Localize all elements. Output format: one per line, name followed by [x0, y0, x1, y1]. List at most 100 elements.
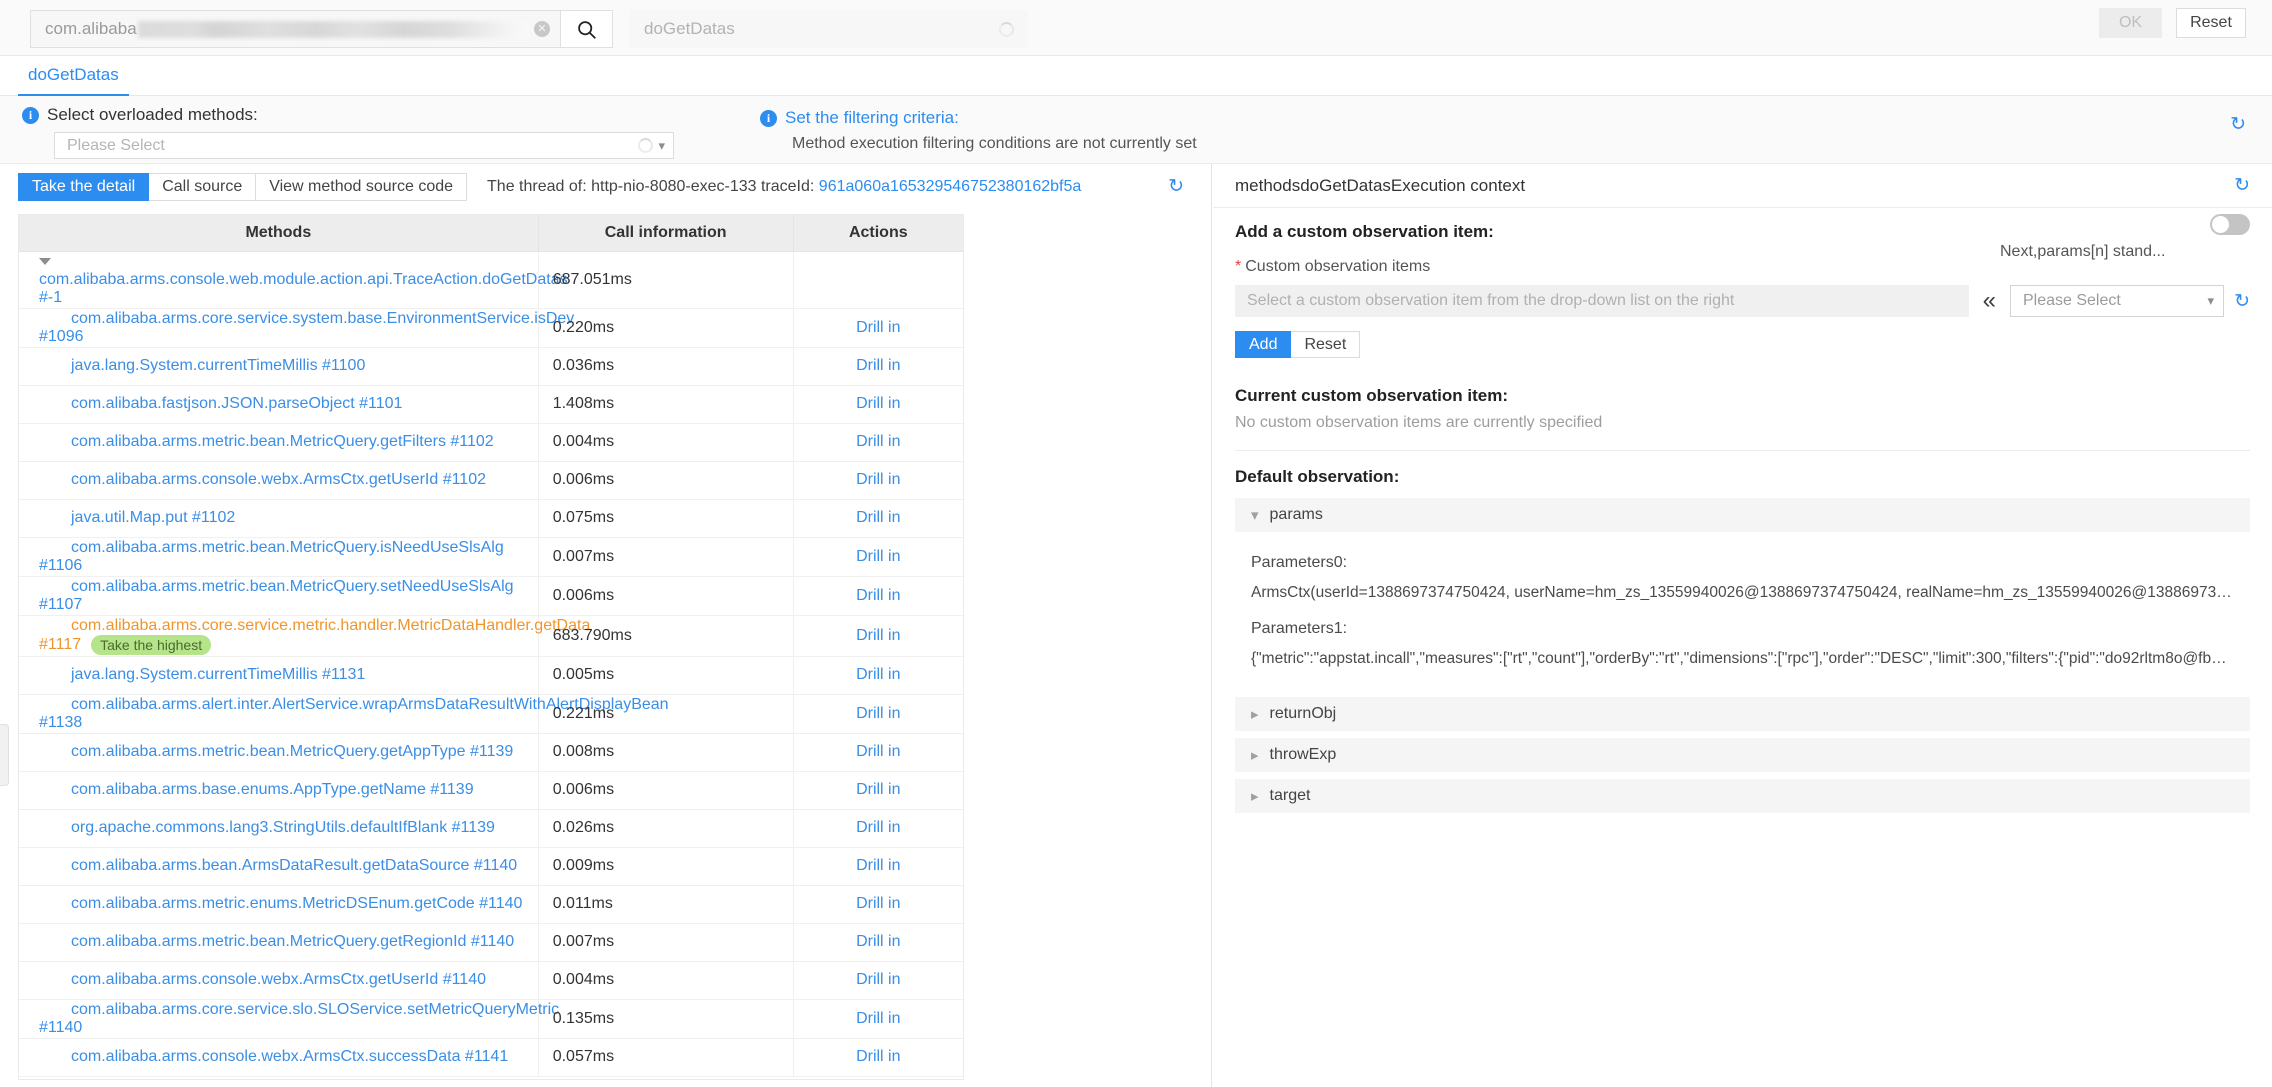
table-row: com.alibaba.arms.metric.bean.MetricQuery…	[19, 576, 963, 616]
cell-call-information: 0.007ms	[538, 923, 794, 962]
right-panel: methodsdoGetDatasExecution context ↻ Nex…	[1213, 164, 2272, 1087]
method-link[interactable]: com.alibaba.arms.console.webx.ArmsCtx.ge…	[39, 971, 486, 988]
method-link[interactable]: com.alibaba.arms.core.service.slo.SLOSer…	[39, 1001, 559, 1036]
current-observation-empty: No custom observation items are currentl…	[1235, 414, 1603, 431]
method-link[interactable]: java.lang.System.currentTimeMillis #1131	[39, 666, 365, 683]
accordion-returnobj-header[interactable]: ▸ returnObj	[1235, 697, 2250, 731]
overloaded-methods-select[interactable]: Please Select ▾	[54, 132, 674, 159]
filter-criteria-link-row[interactable]: i Set the filtering criteria:	[760, 108, 1197, 128]
drill-in-link[interactable]: Drill in	[856, 1010, 900, 1027]
cell-actions: Drill in	[793, 999, 963, 1039]
view-method-source-code-button[interactable]: View method source code	[256, 173, 468, 201]
drill-in-link[interactable]: Drill in	[856, 743, 900, 760]
cell-call-information: 0.006ms	[538, 771, 794, 810]
method-link[interactable]: com.alibaba.arms.base.enums.AppType.getN…	[39, 781, 474, 798]
method-link[interactable]: org.apache.commons.lang3.StringUtils.def…	[39, 819, 495, 836]
cell-call-information: 0.004ms	[538, 961, 794, 1000]
drill-in-link[interactable]: Drill in	[856, 587, 900, 604]
add-reset-button-group: Add Reset	[1235, 331, 2250, 358]
cell-call-information: 0.005ms	[538, 656, 794, 695]
method-search-placeholder: doGetDatas	[644, 19, 735, 38]
filter-refresh-icon[interactable]: ↻	[2230, 115, 2246, 134]
cell-call-information: 0.026ms	[538, 809, 794, 848]
search-icon	[578, 20, 596, 39]
column-call-information: Call information	[538, 215, 794, 252]
drill-in-link[interactable]: Drill in	[856, 509, 900, 526]
observation-item-select[interactable]: Please Select ▾	[2009, 285, 2225, 317]
method-link[interactable]: com.alibaba.arms.metric.bean.MetricQuery…	[39, 539, 504, 574]
method-link[interactable]: com.alibaba.arms.console.webx.ArmsCtx.ge…	[39, 471, 486, 488]
custom-observation-items-label-text: Custom observation items	[1245, 258, 1431, 275]
cell-method: com.alibaba.arms.metric.enums.MetricDSEn…	[19, 885, 539, 924]
cell-method: com.alibaba.arms.metric.bean.MetricQuery…	[19, 923, 539, 962]
cell-actions: Drill in	[793, 733, 963, 772]
drill-in-link[interactable]: Drill in	[856, 548, 900, 565]
table-row: com.alibaba.fastjson.JSON.parseObject #1…	[19, 385, 963, 424]
method-link[interactable]: com.alibaba.arms.metric.bean.MetricQuery…	[39, 578, 514, 613]
method-link[interactable]: com.alibaba.arms.metric.enums.MetricDSEn…	[39, 895, 522, 912]
reset-observation-button[interactable]: Reset	[1291, 331, 1361, 358]
drill-in-link[interactable]: Drill in	[856, 895, 900, 912]
add-button[interactable]: Add	[1235, 331, 1292, 358]
search-group: com.alibaba ✕	[30, 10, 613, 48]
method-link[interactable]: java.lang.System.currentTimeMillis #1100	[39, 357, 365, 374]
tab-dogetdatas[interactable]: doGetDatas	[18, 56, 129, 96]
expand-triangle-icon[interactable]	[39, 257, 51, 265]
reset-button[interactable]: Reset	[2176, 8, 2246, 38]
method-link[interactable]: com.alibaba.arms.core.service.system.bas…	[39, 310, 574, 345]
thread-info: The thread of: http-nio-8080-exec-133 tr…	[487, 178, 1081, 196]
method-link[interactable]: com.alibaba.arms.console.webx.ArmsCtx.su…	[39, 1048, 508, 1065]
observation-select-refresh-icon[interactable]: ↻	[2234, 292, 2250, 311]
method-search-input[interactable]: doGetDatas	[630, 10, 1028, 48]
method-link[interactable]: com.alibaba.arms.bean.ArmsDataResult.get…	[39, 857, 517, 874]
custom-observation-input[interactable]: Select a custom observation item from th…	[1235, 285, 1969, 317]
drill-in-link[interactable]: Drill in	[856, 819, 900, 836]
cell-method: com.alibaba.arms.core.service.slo.SLOSer…	[19, 999, 559, 1039]
drill-in-link[interactable]: Drill in	[856, 1048, 900, 1065]
method-link[interactable]: com.alibaba.arms.metric.bean.MetricQuery…	[39, 433, 494, 450]
cell-actions: Drill in	[793, 961, 963, 1000]
trace-id-link[interactable]: 961a060a165329546752380162bf5a	[819, 178, 1082, 195]
call-source-button[interactable]: Call source	[149, 173, 257, 201]
class-search-input[interactable]: com.alibaba ✕	[30, 10, 560, 48]
cell-actions: Drill in	[793, 1038, 963, 1077]
drill-in-link[interactable]: Drill in	[856, 971, 900, 988]
drill-in-link[interactable]: Drill in	[856, 357, 900, 374]
drill-in-link[interactable]: Drill in	[856, 319, 900, 336]
accordion-throwexp-header[interactable]: ▸ throwExp	[1235, 738, 2250, 772]
table-row: com.alibaba.arms.metric.bean.MetricQuery…	[19, 923, 963, 962]
cell-actions: Drill in	[793, 885, 963, 924]
cell-actions: Drill in	[793, 923, 963, 962]
accordion-target-header[interactable]: ▸ target	[1235, 779, 2250, 813]
search-button[interactable]	[560, 10, 613, 48]
method-link[interactable]: com.alibaba.arms.console.web.module.acti…	[39, 271, 568, 306]
drill-in-link[interactable]: Drill in	[856, 857, 900, 874]
method-link[interactable]: com.alibaba.fastjson.JSON.parseObject #1…	[39, 395, 402, 412]
drill-in-link[interactable]: Drill in	[856, 471, 900, 488]
drill-in-link[interactable]: Drill in	[856, 395, 900, 412]
ok-button[interactable]: OK	[2099, 8, 2162, 38]
info-icon: i	[760, 109, 777, 127]
method-link[interactable]: com.alibaba.arms.metric.bean.MetricQuery…	[39, 933, 514, 950]
observation-input-row: Select a custom observation item from th…	[1235, 285, 2250, 317]
drill-in-link[interactable]: Drill in	[856, 433, 900, 450]
clear-circle-icon[interactable]: ✕	[534, 21, 550, 37]
method-link[interactable]: com.alibaba.arms.metric.bean.MetricQuery…	[39, 743, 513, 760]
drill-in-link[interactable]: Drill in	[856, 781, 900, 798]
detail-refresh-icon[interactable]: ↻	[1168, 177, 1184, 196]
drill-in-link[interactable]: Drill in	[856, 666, 900, 683]
cell-method: com.alibaba.arms.console.webx.ArmsCtx.su…	[19, 1038, 539, 1077]
drill-in-link[interactable]: Drill in	[856, 705, 900, 722]
accordion-target-label: target	[1269, 787, 1311, 804]
drill-in-link[interactable]: Drill in	[856, 627, 900, 644]
cell-actions: Drill in	[793, 847, 963, 886]
double-left-chevron-icon[interactable]: «	[1983, 289, 1996, 313]
context-refresh-icon[interactable]: ↻	[2234, 176, 2250, 195]
take-the-highest-badge: Take the highest	[91, 634, 212, 655]
method-link[interactable]: java.util.Map.put #1102	[39, 509, 235, 526]
cell-actions: Drill in	[793, 423, 963, 462]
take-the-detail-button[interactable]: Take the detail	[18, 173, 150, 201]
panel-resize-handle[interactable]	[0, 724, 9, 786]
drill-in-link[interactable]: Drill in	[856, 933, 900, 950]
accordion-params-header[interactable]: ▾ params	[1235, 498, 2250, 532]
